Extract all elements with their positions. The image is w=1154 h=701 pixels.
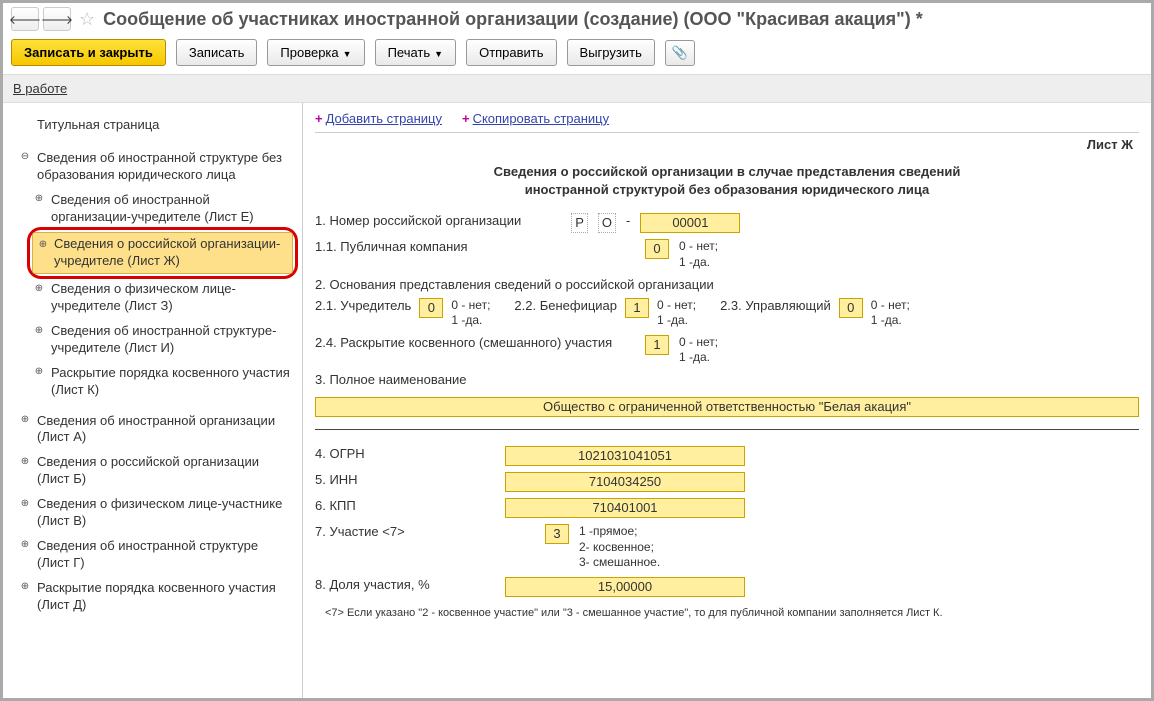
add-page-link[interactable]: +Добавить страницу bbox=[315, 111, 442, 126]
full-name-label: 3. Полное наименование bbox=[315, 372, 1139, 387]
expand-icon[interactable]: ⊕ bbox=[33, 366, 45, 378]
expand-icon[interactable]: ⊕ bbox=[33, 193, 45, 205]
founder-field[interactable]: 0 bbox=[419, 298, 443, 318]
expand-icon[interactable]: ⊕ bbox=[19, 581, 31, 593]
manager-label: 2.3. Управляющий bbox=[720, 298, 831, 313]
hint: 1 -прямое; 2- косвенное; 3- смешанное. bbox=[579, 524, 660, 571]
kpp-label: 6. КПП bbox=[315, 498, 495, 513]
expand-icon[interactable]: ⊕ bbox=[19, 455, 31, 467]
hint: 0 - нет; 1 -да. bbox=[657, 298, 696, 329]
tree-title-page[interactable]: Титульная страница bbox=[9, 113, 296, 138]
tree-sheet-k[interactable]: ⊕ Раскрытие порядка косвенного участия (… bbox=[29, 361, 296, 403]
copy-page-link[interactable]: +Скопировать страницу bbox=[462, 111, 609, 126]
ogrn-label: 4. ОГРН bbox=[315, 446, 495, 461]
tree-sheet-e[interactable]: ⊕ Сведения об иностранной организации-уч… bbox=[29, 188, 296, 230]
hint: 0 - нет; 1 -да. bbox=[871, 298, 910, 329]
beneficiary-field[interactable]: 1 bbox=[625, 298, 649, 318]
share-label: 8. Доля участия, % bbox=[315, 577, 495, 592]
inn-field[interactable]: 7104034250 bbox=[505, 472, 745, 492]
window-title: Сообщение об участниках иностранной орга… bbox=[103, 9, 923, 30]
save-button[interactable]: Записать bbox=[176, 39, 258, 66]
favorite-star-icon[interactable]: ☆ bbox=[79, 9, 95, 30]
tree-sheet-b[interactable]: ⊕ Сведения о российской организации (Лис… bbox=[9, 450, 296, 492]
expand-icon[interactable]: ⊕ bbox=[19, 414, 31, 426]
indirect-label: 2.4. Раскрытие косвенного (смешанного) у… bbox=[315, 335, 635, 350]
hint: 0 - нет; 1 -да. bbox=[679, 239, 718, 270]
status-link[interactable]: В работе bbox=[13, 81, 67, 96]
nav-tree: Титульная страница ⊖ Сведения об иностра… bbox=[3, 103, 303, 698]
inn-label: 5. ИНН bbox=[315, 472, 495, 487]
nav-fwd-button[interactable]: 🡒 bbox=[43, 7, 71, 31]
prefix-p: Р bbox=[571, 213, 588, 233]
expand-icon[interactable]: ⊕ bbox=[19, 497, 31, 509]
expand-icon[interactable]: ⊕ bbox=[19, 539, 31, 551]
public-company-label: 1.1. Публичная компания bbox=[315, 239, 495, 254]
section-title: Сведения о российской организации в случ… bbox=[375, 163, 1079, 199]
basis-label: 2. Основания представления сведений о ро… bbox=[315, 277, 714, 292]
sheet-label: Лист Ж bbox=[1087, 137, 1133, 152]
attachment-button[interactable]: 📎 bbox=[665, 40, 695, 66]
tree-sheet-z[interactable]: ⊕ Сведения о физическом лице-учредителе … bbox=[29, 277, 296, 319]
participation-field[interactable]: 3 bbox=[545, 524, 569, 544]
public-company-field[interactable]: 0 bbox=[645, 239, 669, 259]
tree-sheet-v[interactable]: ⊕ Сведения о физическом лице-участнике (… bbox=[9, 492, 296, 534]
plus-icon: + bbox=[315, 111, 323, 126]
kpp-field[interactable]: 710401001 bbox=[505, 498, 745, 518]
founder-label: 2.1. Учредитель bbox=[315, 298, 411, 313]
plus-icon: + bbox=[462, 111, 470, 126]
beneficiary-label: 2.2. Бенефициар bbox=[514, 298, 617, 313]
full-name-field[interactable]: Общество с ограниченной ответственностью… bbox=[315, 397, 1139, 417]
save-and-close-button[interactable]: Записать и закрыть bbox=[11, 39, 166, 66]
tree-sheet-g[interactable]: ⊕ Сведения об иностранной структуре (Лис… bbox=[9, 534, 296, 576]
org-number-label: 1. Номер российской организации bbox=[315, 213, 521, 228]
tree-sheet-d[interactable]: ⊕ Раскрытие порядка косвенного участия (… bbox=[9, 576, 296, 618]
collapse-icon[interactable]: ⊖ bbox=[19, 151, 31, 163]
org-number-field[interactable]: 00001 bbox=[640, 213, 740, 233]
tree-sheet-a[interactable]: ⊕ Сведения об иностранной организации (Л… bbox=[9, 409, 296, 451]
prefix-o: О bbox=[598, 213, 616, 233]
export-button[interactable]: Выгрузить bbox=[567, 39, 655, 66]
paperclip-icon: 📎 bbox=[672, 45, 688, 61]
hint: 0 - нет; 1 -да. bbox=[451, 298, 490, 329]
content-area: +Добавить страницу +Скопировать страницу… bbox=[303, 103, 1151, 698]
tree-foreign-structure[interactable]: ⊖ Сведения об иностранной структуре без … bbox=[9, 146, 296, 188]
share-field[interactable]: 15,00000 bbox=[505, 577, 745, 597]
hint: 0 - нет; 1 -да. bbox=[679, 335, 718, 366]
expand-icon[interactable]: ⊕ bbox=[33, 282, 45, 294]
manager-field[interactable]: 0 bbox=[839, 298, 863, 318]
send-button[interactable]: Отправить bbox=[466, 39, 556, 66]
participation-label: 7. Участие <7> bbox=[315, 524, 495, 539]
tree-sheet-i[interactable]: ⊕ Сведения об иностранной структуре-учре… bbox=[29, 319, 296, 361]
check-button[interactable]: Проверка▼ bbox=[267, 39, 364, 66]
indirect-field[interactable]: 1 bbox=[645, 335, 669, 355]
print-button[interactable]: Печать▼ bbox=[375, 39, 457, 66]
caret-icon: ▼ bbox=[343, 49, 352, 59]
highlight-ring: ⊕ Сведения о российской организации-учре… bbox=[27, 227, 298, 279]
expand-icon[interactable]: ⊕ bbox=[37, 238, 49, 250]
ogrn-field[interactable]: 1021031041051 bbox=[505, 446, 745, 466]
tree-sheet-zh[interactable]: ⊕ Сведения о российской организации-учре… bbox=[32, 232, 293, 274]
caret-icon: ▼ bbox=[434, 49, 443, 59]
expand-icon[interactable]: ⊕ bbox=[33, 324, 45, 336]
nav-back-button[interactable]: 🡐 bbox=[11, 7, 39, 31]
footnote: <7> Если указано "2 - косвенное участие"… bbox=[325, 607, 1139, 619]
